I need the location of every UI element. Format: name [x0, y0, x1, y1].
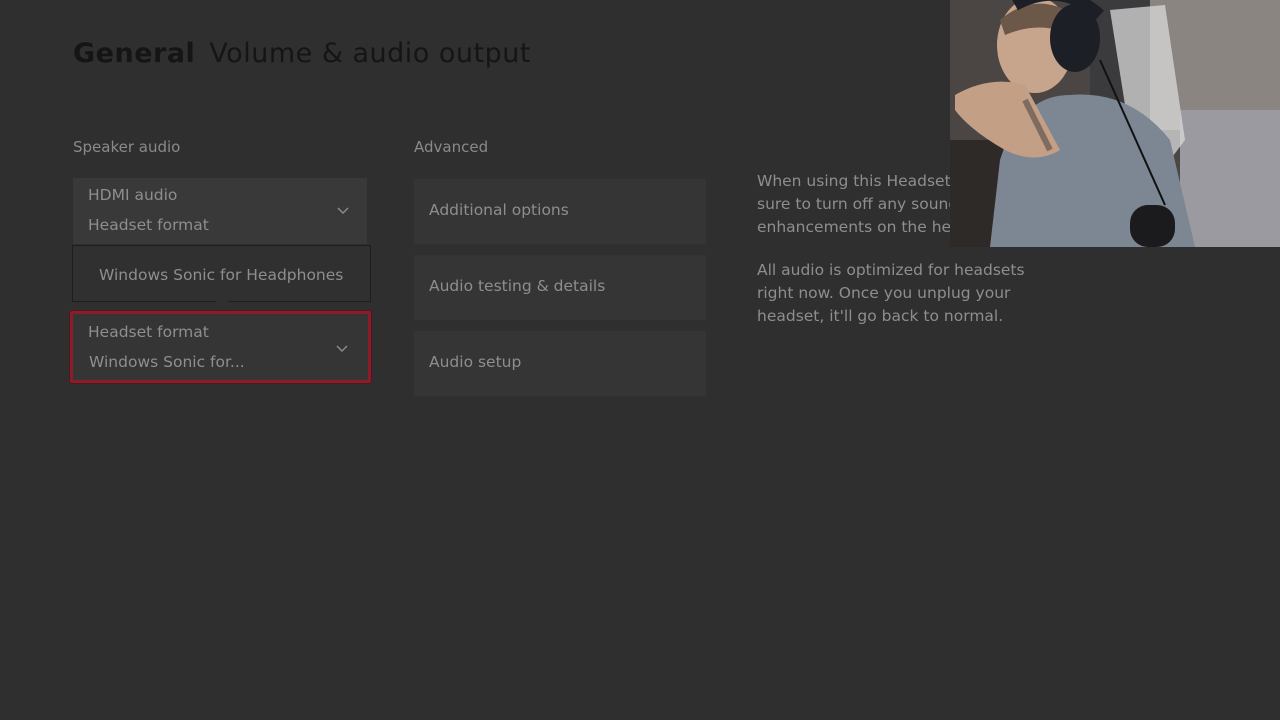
page-header: General Volume & audio output — [73, 38, 531, 69]
additional-options-button[interactable]: Additional options — [414, 179, 706, 244]
headset-format-dropdown[interactable]: Headset format Windows Sonic for... — [70, 311, 371, 383]
webcam-overlay — [950, 0, 1280, 247]
speaker-audio-value: HDMI audio — [88, 186, 178, 204]
webcam-image — [950, 0, 1280, 247]
headset-format-flyout: Windows Sonic for Headphones — [72, 245, 371, 302]
audio-setup-button[interactable]: Audio setup — [414, 331, 706, 396]
audio-testing-button[interactable]: Audio testing & details — [414, 255, 706, 320]
info-line: headset, it'll go back to normal. — [757, 307, 1004, 325]
settings-page: General Volume & audio output Speaker au… — [0, 0, 1280, 720]
settings-category: General — [73, 38, 196, 69]
speaker-audio-label: Speaker audio — [73, 138, 181, 156]
audio-testing-label: Audio testing & details — [429, 277, 606, 295]
flyout-caret — [215, 301, 229, 309]
additional-options-label: Additional options — [429, 201, 569, 219]
headset-format-value: Windows Sonic for... — [89, 353, 245, 371]
info-line: All audio is optimized for headsets — [757, 261, 1025, 279]
headset-format-label: Headset format — [88, 323, 209, 341]
speaker-audio-dropdown[interactable]: HDMI audio Headset format — [73, 178, 367, 244]
speaker-audio-format: Headset format — [88, 216, 209, 234]
audio-setup-label: Audio setup — [429, 353, 522, 371]
info-line: right now. Once you unplug your — [757, 284, 1011, 302]
chevron-down-icon — [336, 345, 348, 352]
flyout-option-windows-sonic[interactable]: Windows Sonic for Headphones — [99, 266, 343, 284]
headset-optimized-text: All audio is optimized for headsets righ… — [757, 259, 1032, 328]
advanced-label: Advanced — [414, 138, 489, 156]
chevron-down-icon — [337, 207, 349, 214]
page-title: Volume & audio output — [209, 38, 531, 69]
